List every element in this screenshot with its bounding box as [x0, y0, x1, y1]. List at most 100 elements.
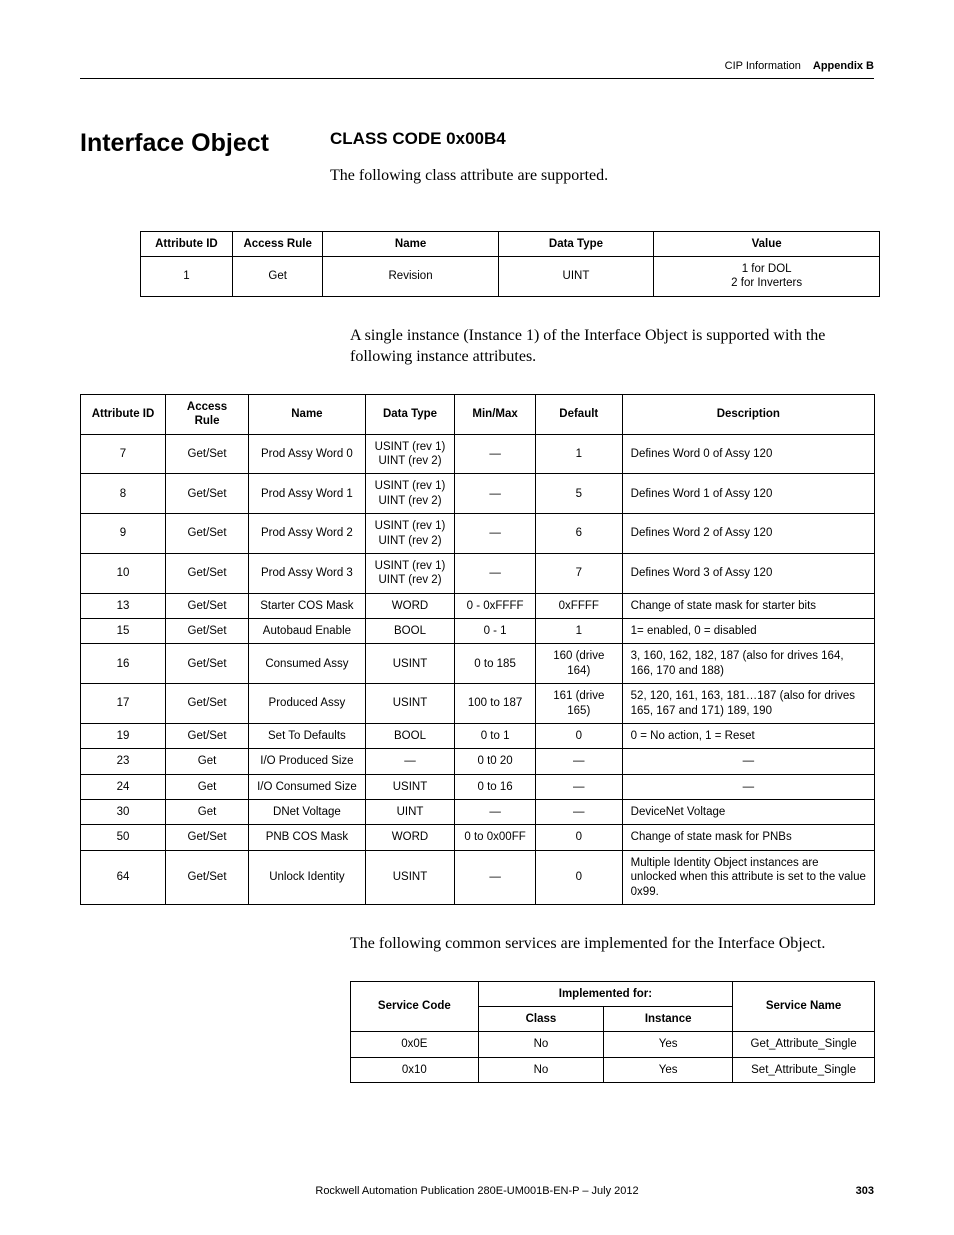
- table-cell: Yes: [604, 1032, 733, 1057]
- table-cell: Get/Set: [166, 619, 249, 644]
- table-cell: Get/Set: [166, 723, 249, 748]
- table-cell: 10: [81, 553, 166, 593]
- table-cell: USINT: [365, 644, 454, 684]
- table-cell: —: [455, 474, 536, 514]
- table-cell: Defines Word 0 of Assy 120: [622, 434, 874, 474]
- table-cell: DeviceNet Voltage: [622, 800, 874, 825]
- table-cell: 1 for DOL2 for Inverters: [654, 256, 880, 296]
- table-cell: USINT (rev 1)UINT (rev 2): [365, 434, 454, 474]
- table-cell: BOOL: [365, 723, 454, 748]
- table-cell: Get/Set: [166, 684, 249, 724]
- table-cell: 1: [535, 619, 622, 644]
- th-service-name: Service Name: [733, 981, 875, 1032]
- table-header-cell: Access Rule: [166, 394, 249, 434]
- table-header-cell: Min/Max: [455, 394, 536, 434]
- table-cell: 3, 160, 162, 182, 187 (also for drives 1…: [622, 644, 874, 684]
- table-cell: Get/Set: [166, 850, 249, 904]
- intro-paragraph-1: The following class attribute are suppor…: [330, 165, 874, 187]
- table-cell: 16: [81, 644, 166, 684]
- table-cell: USINT: [365, 850, 454, 904]
- table-cell: 7: [535, 553, 622, 593]
- header-chapter: CIP Information: [725, 60, 801, 72]
- table-row: 13Get/SetStarter COS MaskWORD0 - 0xFFFF0…: [81, 593, 875, 618]
- table-header-cell: Description: [622, 394, 874, 434]
- table-cell: 1= enabled, 0 = disabled: [622, 619, 874, 644]
- table-cell: Get: [166, 800, 249, 825]
- intro-paragraph-2: A single instance (Instance 1) of the In…: [350, 325, 874, 368]
- table-cell: 7: [81, 434, 166, 474]
- intro-paragraph-3: The following common services are implem…: [350, 933, 874, 955]
- instance-attribute-table: Attribute IDAccess RuleNameData TypeMin/…: [80, 394, 875, 905]
- table-row: 64Get/SetUnlock IdentityUSINT—0Multiple …: [81, 850, 875, 904]
- table-cell: Defines Word 1 of Assy 120: [622, 474, 874, 514]
- table-cell: 0 - 1: [455, 619, 536, 644]
- table-cell: 64: [81, 850, 166, 904]
- table-row: 10Get/SetProd Assy Word 3USINT (rev 1)UI…: [81, 553, 875, 593]
- table-cell: Change of state mask for starter bits: [622, 593, 874, 618]
- table-header-cell: Data Type: [365, 394, 454, 434]
- table-cell: 1: [535, 434, 622, 474]
- table-cell: 13: [81, 593, 166, 618]
- table-row: 16Get/SetConsumed AssyUSINT0 to 185160 (…: [81, 644, 875, 684]
- table-row: 0x0ENoYesGet_Attribute_Single: [351, 1032, 875, 1057]
- table-cell: 15: [81, 619, 166, 644]
- table-cell: 0xFFFF: [535, 593, 622, 618]
- table-cell: 0 - 0xFFFF: [455, 593, 536, 618]
- page-title: Interface Object: [80, 129, 330, 158]
- table-cell: 0 to 0x00FF: [455, 825, 536, 850]
- table-cell: Get: [166, 774, 249, 799]
- table-cell: Get_Attribute_Single: [733, 1032, 875, 1057]
- table-cell: Multiple Identity Object instances are u…: [622, 850, 874, 904]
- th-class: Class: [478, 1006, 603, 1031]
- table-cell: No: [478, 1032, 603, 1057]
- footer-publication: Rockwell Automation Publication 280E-UM0…: [315, 1185, 638, 1197]
- table-cell: UINT: [498, 256, 654, 296]
- table-header-cell: Attribute ID: [81, 394, 166, 434]
- th-implemented-for: Implemented for:: [478, 981, 732, 1006]
- table-cell: Get/Set: [166, 644, 249, 684]
- table-cell: 17: [81, 684, 166, 724]
- table-cell: Get/Set: [166, 553, 249, 593]
- table-cell: 160 (drive 164): [535, 644, 622, 684]
- table-row: 23GetI/O Produced Size—0 t0 20——: [81, 749, 875, 774]
- table-cell: 52, 120, 161, 163, 181…187 (also for dri…: [622, 684, 874, 724]
- table-cell: 0x10: [351, 1057, 479, 1082]
- class-attribute-table: Attribute IDAccess RuleNameData TypeValu…: [140, 231, 880, 297]
- table-row: 8Get/SetProd Assy Word 1USINT (rev 1)UIN…: [81, 474, 875, 514]
- page-footer: Rockwell Automation Publication 280E-UM0…: [80, 1185, 874, 1197]
- table-cell: WORD: [365, 825, 454, 850]
- table-cell: Get/Set: [166, 593, 249, 618]
- table-cell: PNB COS Mask: [249, 825, 366, 850]
- table-cell: —: [622, 749, 874, 774]
- header-appendix: Appendix B: [813, 60, 874, 72]
- table-cell: Prod Assy Word 0: [249, 434, 366, 474]
- table-cell: Defines Word 2 of Assy 120: [622, 514, 874, 554]
- table-row: 9Get/SetProd Assy Word 2USINT (rev 1)UIN…: [81, 514, 875, 554]
- table-row: 19Get/SetSet To DefaultsBOOL0 to 100 = N…: [81, 723, 875, 748]
- page: CIP Information Appendix B Interface Obj…: [0, 0, 954, 1235]
- services-table: Service Code Implemented for: Service Na…: [350, 981, 875, 1084]
- table-cell: Prod Assy Word 3: [249, 553, 366, 593]
- footer-page-number: 303: [856, 1185, 874, 1197]
- table-row: 30GetDNet VoltageUINT——DeviceNet Voltage: [81, 800, 875, 825]
- table-cell: 161 (drive 165): [535, 684, 622, 724]
- table-cell: USINT (rev 1)UINT (rev 2): [365, 553, 454, 593]
- table-cell: Get/Set: [166, 825, 249, 850]
- table-cell: Autobaud Enable: [249, 619, 366, 644]
- table-cell: —: [455, 800, 536, 825]
- table-cell: USINT (rev 1)UINT (rev 2): [365, 474, 454, 514]
- table-cell: 1: [141, 256, 233, 296]
- table-header-cell: Value: [654, 231, 880, 256]
- table-header-cell: Name: [249, 394, 366, 434]
- table-row: 15Get/SetAutobaud EnableBOOL0 - 111= ena…: [81, 619, 875, 644]
- table-cell: Defines Word 3 of Assy 120: [622, 553, 874, 593]
- table-cell: Unlock Identity: [249, 850, 366, 904]
- table-cell: WORD: [365, 593, 454, 618]
- table-cell: I/O Consumed Size: [249, 774, 366, 799]
- table-cell: —: [455, 850, 536, 904]
- table-cell: Revision: [323, 256, 498, 296]
- table-header-cell: Access Rule: [232, 231, 323, 256]
- table-cell: Change of state mask for PNBs: [622, 825, 874, 850]
- table-cell: —: [455, 514, 536, 554]
- table-cell: —: [535, 800, 622, 825]
